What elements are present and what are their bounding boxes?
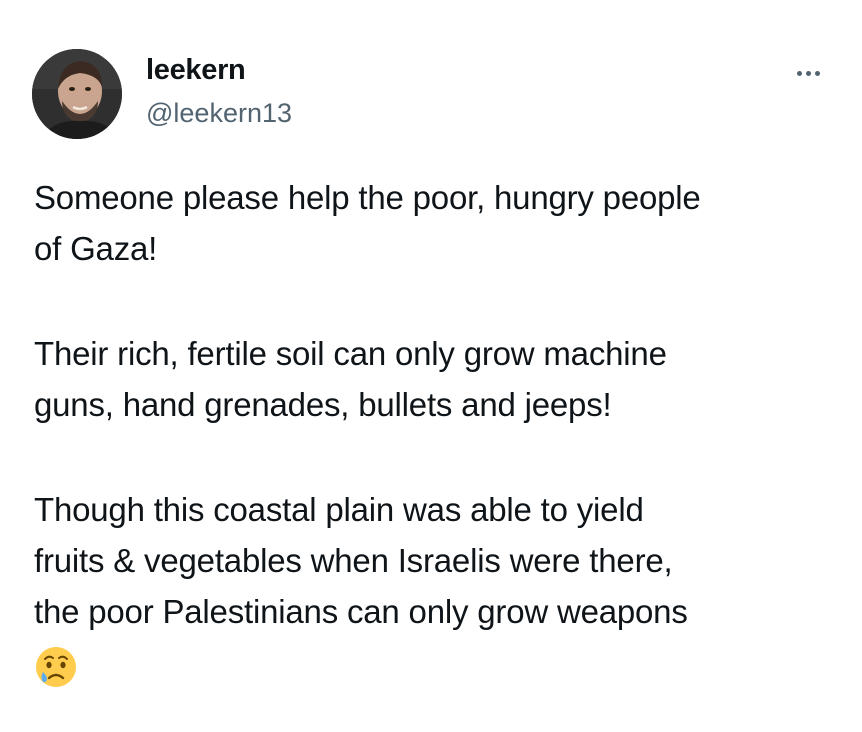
crying-face-emoji-icon bbox=[36, 647, 76, 688]
tweet-line: Though this coastal plain was able to yi… bbox=[34, 491, 644, 528]
tweet-paragraph: Someone please help the poor, hungry peo… bbox=[34, 172, 834, 274]
tweet-line: guns, hand grenades, bullets and jeeps! bbox=[34, 386, 612, 423]
tweet-line: fruits & vegetables when Israelis were t… bbox=[34, 542, 673, 579]
tweet-line: the poor Palestinians can only grow weap… bbox=[34, 593, 688, 630]
tweet-card: leekern @leekern13 Someone please help t… bbox=[0, 0, 862, 732]
tweet-emoji-line bbox=[34, 637, 834, 689]
author-avatar[interactable] bbox=[32, 49, 122, 139]
tweet-line: of Gaza! bbox=[34, 230, 158, 267]
tweet-text: Someone please help the poor, hungry peo… bbox=[34, 172, 834, 689]
author-handle[interactable]: @leekern13 bbox=[146, 98, 292, 129]
author-display-name[interactable]: leekern bbox=[146, 54, 246, 87]
tweet-paragraph: Their rich, fertile soil can only grow m… bbox=[34, 328, 834, 430]
tweet-line: Their rich, fertile soil can only grow m… bbox=[34, 335, 667, 372]
tweet-paragraph: Though this coastal plain was able to yi… bbox=[34, 484, 834, 689]
tweet-line: Someone please help the poor, hungry peo… bbox=[34, 179, 701, 216]
more-dots-icon[interactable] bbox=[786, 58, 830, 88]
avatar-photo-icon bbox=[32, 49, 122, 139]
